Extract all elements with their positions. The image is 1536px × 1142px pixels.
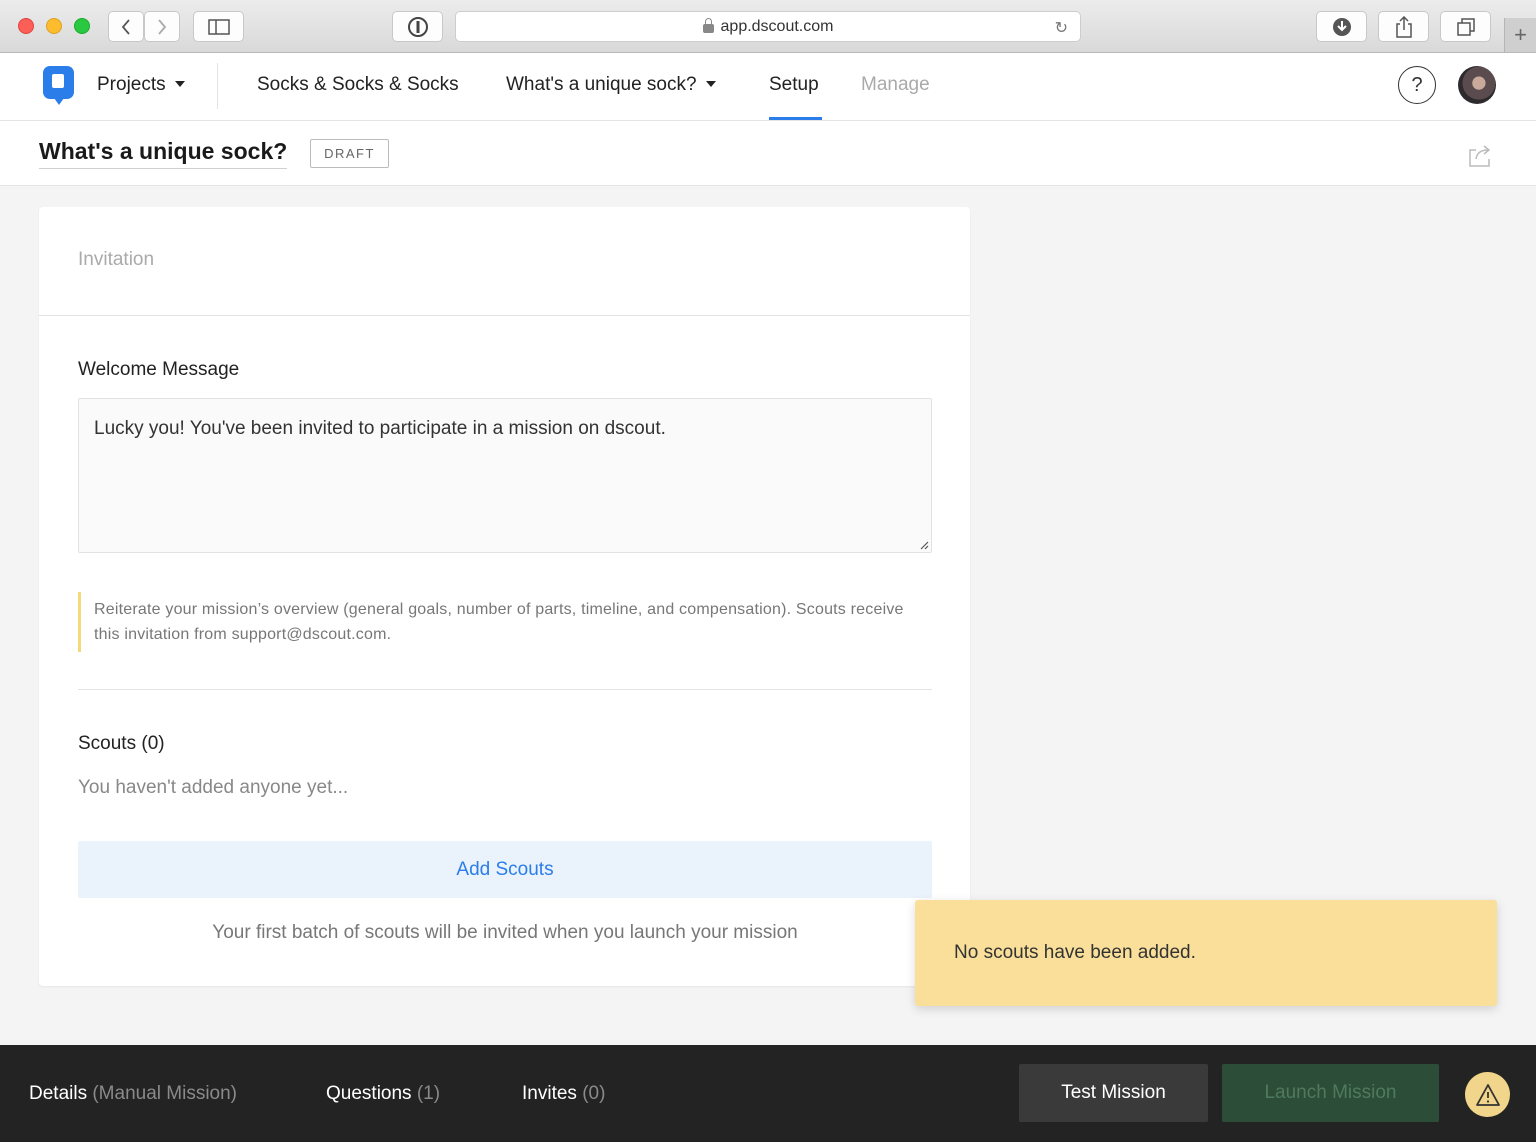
welcome-hint: Reiterate your mission’s overview (gener… — [78, 592, 932, 652]
password-manager-icon — [407, 16, 428, 37]
tab-manage[interactable]: Manage — [861, 74, 930, 96]
warning-triangle-icon — [1475, 1083, 1500, 1106]
new-tab-button[interactable]: + — [1504, 18, 1536, 52]
chevron-right-icon — [158, 18, 167, 35]
caret-down-icon — [174, 81, 185, 87]
nav-divider — [217, 63, 218, 109]
export-share-icon[interactable] — [1467, 142, 1493, 168]
download-icon — [1332, 17, 1351, 36]
invites-count: (0) — [582, 1083, 606, 1104]
warning-button[interactable] — [1465, 1072, 1510, 1117]
share-icon — [1395, 15, 1412, 38]
reload-icon[interactable]: ↻ — [1055, 18, 1068, 38]
app-nav: Projects Socks & Socks & Socks What's a … — [0, 53, 1536, 121]
mission-menu[interactable]: What's a unique sock? — [506, 74, 716, 96]
help-button[interactable]: ? — [1398, 66, 1436, 104]
card-header: Invitation — [39, 207, 970, 316]
active-tab-indicator — [769, 117, 822, 120]
plus-icon: + — [1514, 22, 1527, 47]
footer-tab-details[interactable]: Details (Manual Mission) — [29, 1083, 237, 1105]
url-text: app.dscout.com — [720, 17, 834, 35]
warning-toast: No scouts have been added. — [915, 900, 1497, 1006]
zoom-window-button[interactable] — [74, 18, 90, 34]
password-manager-button[interactable] — [392, 11, 443, 42]
add-scouts-button[interactable]: Add Scouts — [78, 841, 932, 898]
questions-label: Questions — [326, 1083, 412, 1104]
scouts-empty-state: You haven't added anyone yet... — [78, 777, 349, 798]
footer-tab-questions[interactable]: Questions (1) — [326, 1083, 440, 1105]
page-title[interactable]: What's a unique sock? — [39, 138, 288, 169]
questions-count: (1) — [416, 1083, 441, 1104]
lock-icon — [702, 18, 714, 33]
project-link[interactable]: Socks & Socks & Socks — [257, 74, 459, 96]
launch-mission-button[interactable]: Launch Mission — [1222, 1064, 1439, 1122]
status-badge: DRAFT — [310, 139, 389, 168]
tabs-icon — [1456, 17, 1475, 36]
dscout-logo[interactable] — [43, 66, 74, 105]
help-icon: ? — [1411, 73, 1423, 96]
projects-menu[interactable]: Projects — [97, 74, 185, 96]
sidebar-toggle-button[interactable] — [193, 11, 244, 42]
chevron-left-icon — [121, 18, 130, 35]
tabs-overview-button[interactable] — [1440, 11, 1491, 42]
scouts-heading: Scouts (0) — [78, 733, 165, 754]
batch-note: Your first batch of scouts will be invit… — [212, 922, 798, 943]
invitation-card: Invitation Welcome Message Lucky you! Yo… — [39, 207, 970, 986]
mission-title-bar: What's a unique sock? DRAFT — [0, 121, 1536, 186]
mission-footer-bar: Details (Manual Mission) Questions (1) I… — [0, 1045, 1536, 1142]
avatar[interactable] — [1458, 66, 1496, 104]
back-button[interactable] — [108, 11, 144, 42]
section-divider — [78, 689, 932, 690]
details-sub: (Manual Mission) — [92, 1083, 238, 1104]
test-mission-button[interactable]: Test Mission — [1019, 1064, 1208, 1122]
footer-tab-invites[interactable]: Invites (0) — [522, 1083, 605, 1105]
browser-toolbar: app.dscout.com ↻ + — [0, 0, 1536, 53]
downloads-button[interactable] — [1316, 11, 1367, 42]
toast-message: No scouts have been added. — [954, 942, 1196, 963]
mission-label: What's a unique sock? — [506, 74, 697, 95]
welcome-message-label: Welcome Message — [78, 359, 240, 380]
forward-button[interactable] — [144, 11, 180, 42]
resize-handle-icon[interactable] — [919, 540, 929, 550]
close-window-button[interactable] — [18, 18, 34, 34]
caret-down-icon — [705, 81, 716, 87]
invites-label: Invites — [522, 1083, 577, 1104]
projects-label: Projects — [97, 74, 166, 95]
minimize-window-button[interactable] — [46, 18, 62, 34]
welcome-message-input[interactable]: Lucky you! You've been invited to partic… — [78, 398, 932, 553]
sidebar-icon — [207, 18, 230, 35]
share-button[interactable] — [1378, 11, 1429, 42]
address-bar[interactable]: app.dscout.com ↻ — [455, 11, 1081, 42]
tab-setup[interactable]: Setup — [769, 74, 819, 96]
details-label: Details — [29, 1083, 88, 1104]
